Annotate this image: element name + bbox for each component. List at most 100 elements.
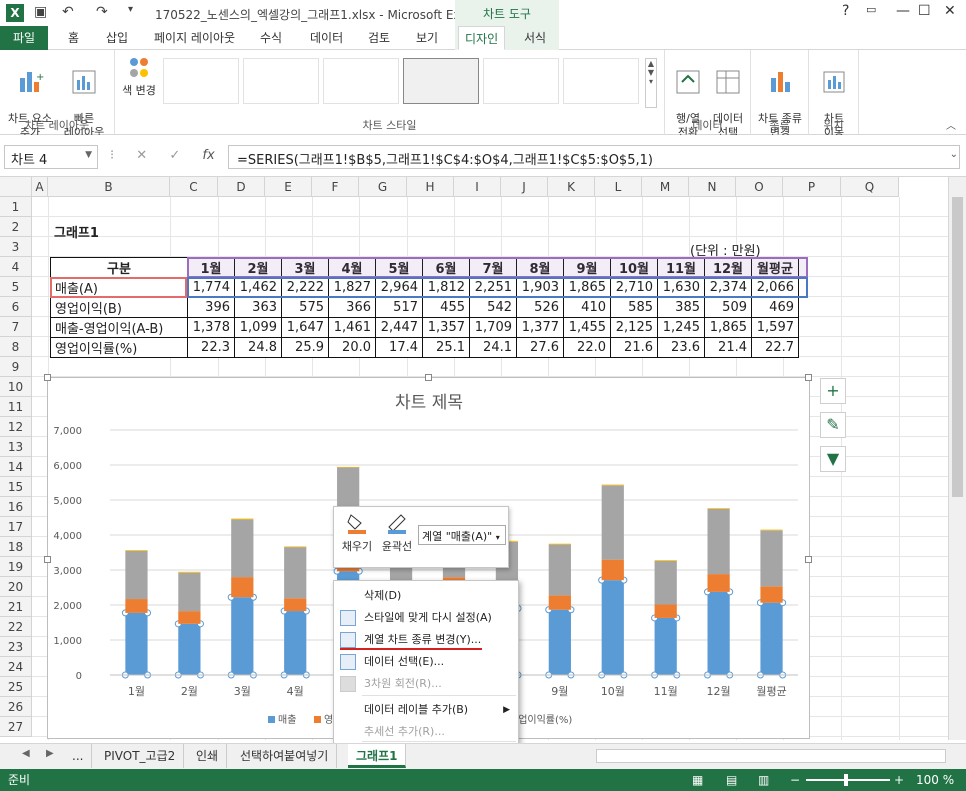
value-cell[interactable]: 24.8: [234, 337, 282, 358]
context-menu-item[interactable]: 삭제(D): [334, 585, 518, 607]
redo-icon[interactable]: ↷: [96, 4, 108, 22]
resize-handle-r[interactable]: [805, 556, 812, 563]
row-header-19[interactable]: 19: [0, 557, 32, 577]
sheet-tab-paste-special[interactable]: 선택하여붙여넣기: [232, 744, 338, 768]
resize-handle-t[interactable]: [425, 374, 432, 381]
table-header-cell[interactable]: 7월: [469, 257, 517, 278]
page-layout-view-icon[interactable]: ▤: [726, 769, 737, 791]
row-header-10[interactable]: 10: [0, 377, 32, 397]
bar-매출[interactable]: [231, 597, 254, 675]
value-cell[interactable]: 542: [469, 297, 517, 318]
bar-매출-영업이익[interactable]: [654, 560, 677, 605]
row-header-12[interactable]: 12: [0, 417, 32, 437]
column-header-B[interactable]: B: [48, 177, 170, 197]
row-header-17[interactable]: 17: [0, 517, 32, 537]
value-cell[interactable]: 23.6: [657, 337, 705, 358]
value-cell[interactable]: 25.1: [422, 337, 470, 358]
chart-style-2[interactable]: [243, 58, 319, 104]
bar-영업이익[interactable]: [601, 559, 624, 581]
change-colors-button[interactable]: 색 변경: [119, 54, 159, 98]
style-gallery-scroll[interactable]: ▲ ▼ ▾: [645, 58, 657, 108]
sheet-tab-pivot[interactable]: PIVOT_고급2: [96, 744, 185, 768]
bar-매출-영업이익[interactable]: [178, 572, 201, 612]
scroll-thumb[interactable]: [952, 197, 963, 497]
bar-매출-영업이익[interactable]: [284, 547, 307, 599]
value-cell[interactable]: 1,865: [704, 317, 752, 338]
formula-input[interactable]: =SERIES(그래프1!$B$5,그래프1!$C$4:$O$4,그래프1!$C…: [228, 145, 960, 169]
bar-매출[interactable]: [178, 623, 201, 675]
bar-영업이익[interactable]: [760, 586, 783, 603]
vertical-scrollbar[interactable]: [948, 177, 966, 740]
bar-영업이익[interactable]: [548, 595, 571, 610]
value-cell[interactable]: 2,710: [610, 277, 658, 298]
legend-swatch-매출[interactable]: [268, 716, 275, 723]
column-header-J[interactable]: J: [501, 177, 548, 197]
resize-handle-l[interactable]: [44, 556, 51, 563]
bar-영업이익[interactable]: [654, 604, 677, 618]
bar-매출[interactable]: [601, 580, 624, 675]
table-header-cell[interactable]: 5월: [375, 257, 423, 278]
column-header-I[interactable]: I: [454, 177, 501, 197]
column-header-L[interactable]: L: [595, 177, 642, 197]
value-cell[interactable]: 517: [375, 297, 423, 318]
name-box[interactable]: 차트 4 ▼: [4, 145, 98, 169]
value-cell[interactable]: 1,647: [281, 317, 329, 338]
value-cell[interactable]: 509: [704, 297, 752, 318]
bar-매출-영업이익[interactable]: [707, 508, 730, 575]
bar-매출-영업이익[interactable]: [760, 530, 783, 587]
tab-review[interactable]: 검토: [362, 26, 396, 50]
sheet-tab-more[interactable]: ...: [64, 744, 93, 768]
maximize-button[interactable]: ☐: [918, 3, 931, 19]
value-cell[interactable]: 17.4: [375, 337, 423, 358]
save-icon[interactable]: ▣: [34, 4, 47, 22]
bar-매출[interactable]: [125, 612, 148, 675]
customize-qat-icon[interactable]: ▾: [128, 4, 133, 22]
sheet-tab-graph1[interactable]: 그래프1: [348, 744, 407, 768]
value-cell[interactable]: 363: [234, 297, 282, 318]
sheet-title-cell[interactable]: 그래프1: [54, 222, 99, 241]
tab-view[interactable]: 보기: [410, 26, 444, 50]
chart-style-1[interactable]: [163, 58, 239, 104]
row-header-18[interactable]: 18: [0, 537, 32, 557]
value-cell[interactable]: 2,964: [375, 277, 423, 298]
row-header-11[interactable]: 11: [0, 397, 32, 417]
tab-formulas[interactable]: 수식: [254, 26, 288, 50]
normal-view-icon[interactable]: ▦: [692, 769, 703, 791]
bar-영업이익률(%)[interactable]: [125, 550, 148, 551]
value-cell[interactable]: 24.1: [469, 337, 517, 358]
column-header-M[interactable]: M: [642, 177, 689, 197]
value-cell[interactable]: 25.9: [281, 337, 329, 358]
value-cell[interactable]: 2,222: [281, 277, 329, 298]
value-cell[interactable]: 1,774: [187, 277, 235, 298]
zoom-level[interactable]: 100 %: [916, 769, 954, 791]
row-header-8[interactable]: 8: [0, 337, 32, 357]
bar-매출[interactable]: [548, 609, 571, 675]
tab-file[interactable]: 파일: [0, 26, 48, 50]
row-header-4[interactable]: 4: [0, 257, 32, 277]
row-header-3[interactable]: 3: [0, 237, 32, 257]
row-header-24[interactable]: 24: [0, 657, 32, 677]
value-cell[interactable]: 1,099: [234, 317, 282, 338]
column-header-O[interactable]: O: [736, 177, 783, 197]
insert-function-icon[interactable]: fx: [202, 148, 214, 163]
resize-handle-tl[interactable]: [44, 374, 51, 381]
bar-영업이익률(%)[interactable]: [178, 571, 201, 573]
row-header-16[interactable]: 16: [0, 497, 32, 517]
table-header-cell[interactable]: 11월: [657, 257, 705, 278]
bar-영업이익률(%)[interactable]: [760, 529, 783, 531]
zoom-slider-thumb[interactable]: [844, 774, 848, 786]
row-header-1[interactable]: 1: [0, 197, 32, 217]
column-header-A[interactable]: A: [32, 177, 48, 197]
row-header-15[interactable]: 15: [0, 477, 32, 497]
row-header-20[interactable]: 20: [0, 577, 32, 597]
chart-style-6[interactable]: [563, 58, 639, 104]
value-cell[interactable]: 20.0: [328, 337, 376, 358]
bar-영업이익률(%)[interactable]: [654, 560, 677, 561]
table-header-cell[interactable]: 2월: [234, 257, 282, 278]
bar-영업이익률(%)[interactable]: [707, 508, 730, 509]
bar-매출[interactable]: [654, 617, 677, 675]
value-cell[interactable]: 1,455: [563, 317, 611, 338]
bar-영업이익[interactable]: [178, 611, 201, 624]
close-button[interactable]: ✕: [944, 3, 956, 19]
bar-영업이익률(%)[interactable]: [231, 518, 254, 520]
